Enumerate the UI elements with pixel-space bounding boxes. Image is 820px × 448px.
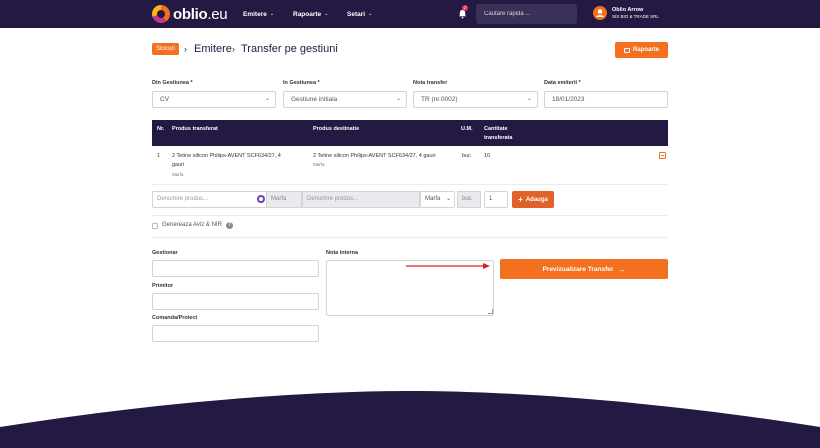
- product-search-input[interactable]: Denumire produs...: [152, 191, 268, 208]
- header-cantitate-line2: transferata: [484, 135, 513, 141]
- rapoarte-button[interactable]: Rapoarte: [615, 42, 668, 58]
- table-row: 1 2 Tetine silicon Philips-AVENT SCF634/…: [152, 146, 668, 185]
- din-gestiunea-value: CV: [160, 96, 170, 103]
- din-gestiunea-label: Din Gestiunea *: [152, 80, 193, 86]
- chevron-down-icon: ⌄: [269, 11, 275, 17]
- nota-interna-label: Nota interna: [326, 250, 359, 256]
- logo-mark-icon: [152, 5, 170, 23]
- product-search-placeholder: Denumire produs...: [157, 196, 209, 202]
- header-nr: Nr.: [157, 126, 165, 132]
- report-icon: [623, 47, 630, 53]
- chevron-down-icon: ⌄: [368, 11, 373, 17]
- previzualizare-transfer-button[interactable]: Previzualizare Transfer →: [500, 259, 668, 279]
- breadcrumb-stocuri-badge[interactable]: Stocuri: [152, 43, 179, 55]
- divider: [152, 215, 668, 216]
- primitor-input[interactable]: [152, 293, 319, 310]
- um-field: buc: [457, 191, 481, 208]
- primitor-label: Primitor: [152, 283, 174, 289]
- row-produs-transferat-type: Marfa: [172, 172, 184, 177]
- quantity-input[interactable]: 1: [484, 191, 508, 208]
- breadcrumb-emitere[interactable]: Emitere: [194, 43, 232, 55]
- delete-row-icon[interactable]: [659, 152, 666, 159]
- add-product-button-label: Adauga: [525, 196, 548, 203]
- chevron-down-icon: ⌄: [324, 11, 329, 17]
- chevron-down-icon: ⌄: [264, 96, 270, 102]
- nav-rapoarte[interactable]: Rapoarte ⌄: [293, 0, 328, 28]
- help-icon[interactable]: ?: [226, 222, 233, 229]
- breadcrumb-chevron-icon: ›: [184, 44, 187, 54]
- gestionar-label: Gestionar: [152, 250, 178, 256]
- destination-type-select[interactable]: Marfa ⌄: [420, 191, 455, 208]
- data-emiterii-input[interactable]: 18/01/2023: [544, 91, 668, 108]
- row-cantitate: 10: [484, 153, 491, 159]
- nav-emitere-label: Emitere: [243, 10, 267, 18]
- product-picker-icon[interactable]: [257, 195, 265, 203]
- top-navbar: oblio.eu Emitere⌄ Rapoarte⌄ Setari⌄ 2 Ob…: [0, 0, 820, 28]
- user-name[interactable]: Oblio Arrow: [612, 7, 643, 13]
- header-um: U.M.: [461, 126, 473, 132]
- user-company: SIS BIO & TRADE SRL: [612, 14, 659, 19]
- logo-suffix-text: .eu: [207, 5, 228, 23]
- nota-transfer-value: TR (nr.0002): [421, 96, 458, 103]
- row-nr: 1: [157, 153, 161, 159]
- notification-count-badge: 2: [462, 5, 468, 11]
- gestionar-input[interactable]: [152, 260, 319, 277]
- nav-setari[interactable]: Setari ⌄: [347, 0, 372, 28]
- quantity-value: 1: [489, 196, 493, 202]
- nav-emitere[interactable]: Emitere ⌄: [243, 0, 274, 28]
- header-cantitate-line1: Cantitate: [484, 126, 508, 132]
- nota-transfer-label: Nota transfer: [413, 80, 448, 86]
- chevron-down-icon: ⌄: [445, 196, 451, 202]
- row-produs-destinatie: 2 Tetine silicon Philips-AVENT SCF634/27…: [313, 153, 436, 159]
- nav-rapoarte-label: Rapoarte: [293, 10, 322, 18]
- divider: [152, 237, 668, 238]
- add-product-button[interactable]: + Adauga: [512, 191, 554, 208]
- in-gestiunea-value: Gestiune initiala: [291, 96, 338, 103]
- row-produs-transferat-line2: gauri: [172, 162, 185, 168]
- um-value: buc: [462, 196, 472, 202]
- genereaza-aviz-nir-label[interactable]: Genereaza Aviz & NIR: [162, 222, 222, 228]
- destination-product-placeholder: Denumire produs...: [307, 196, 359, 202]
- product-type-field: Marfa: [266, 191, 302, 208]
- row-produs-destinatie-type: Marfa: [313, 162, 325, 167]
- row-um: buc: [462, 153, 471, 159]
- comanda-proiect-label: Comanda/Proiect: [152, 315, 198, 321]
- data-emiterii-value: 18/01/2023: [552, 96, 585, 103]
- comanda-proiect-input[interactable]: [152, 325, 319, 342]
- footer-wave-decoration: [0, 391, 820, 448]
- in-gestiunea-select[interactable]: Gestiune initiala ⌄: [283, 91, 407, 108]
- header-produs-transferat: Produs transferat: [172, 126, 218, 132]
- chevron-down-icon: ⌄: [526, 96, 532, 102]
- arrow-right-icon: →: [617, 264, 626, 274]
- nota-transfer-select[interactable]: TR (nr.0002) ⌄: [413, 91, 538, 108]
- plus-icon: +: [518, 195, 523, 204]
- destination-product-input[interactable]: Denumire produs...: [302, 191, 420, 208]
- genereaza-aviz-nir-checkbox[interactable]: [152, 223, 158, 229]
- page-title: Transfer pe gestiuni: [241, 43, 338, 55]
- resize-handle-icon[interactable]: [488, 309, 493, 314]
- in-gestiunea-label: In Gestiunea *: [283, 80, 320, 86]
- quick-search-input[interactable]: [476, 4, 577, 24]
- row-produs-transferat-line1: 2 Tetine silicon Philips-AVENT SCF634/27…: [172, 153, 281, 159]
- din-gestiunea-select[interactable]: CV ⌄: [152, 91, 276, 108]
- red-arrow-annotation-icon: [406, 263, 490, 269]
- products-table-header: Nr. Produs transferat Produs destinatie …: [152, 120, 668, 146]
- header-produs-destinatie: Produs destinatie: [313, 126, 360, 132]
- data-emiterii-label: Data emiterii *: [544, 80, 581, 86]
- logo-main-text: oblio: [173, 5, 208, 23]
- previzualizare-transfer-label: Previzualizare Transfer: [542, 265, 614, 273]
- nav-setari-label: Setari: [347, 10, 366, 18]
- oblio-logo[interactable]: oblio.eu: [152, 5, 228, 23]
- breadcrumb-chevron-icon: ›: [232, 44, 235, 54]
- product-type-value: Marfa: [271, 196, 287, 202]
- rapoarte-button-label: Rapoarte: [632, 47, 659, 53]
- user-avatar-icon[interactable]: [593, 6, 607, 20]
- destination-type-value: Marfa: [425, 196, 441, 202]
- chevron-down-icon: ⌄: [395, 96, 401, 102]
